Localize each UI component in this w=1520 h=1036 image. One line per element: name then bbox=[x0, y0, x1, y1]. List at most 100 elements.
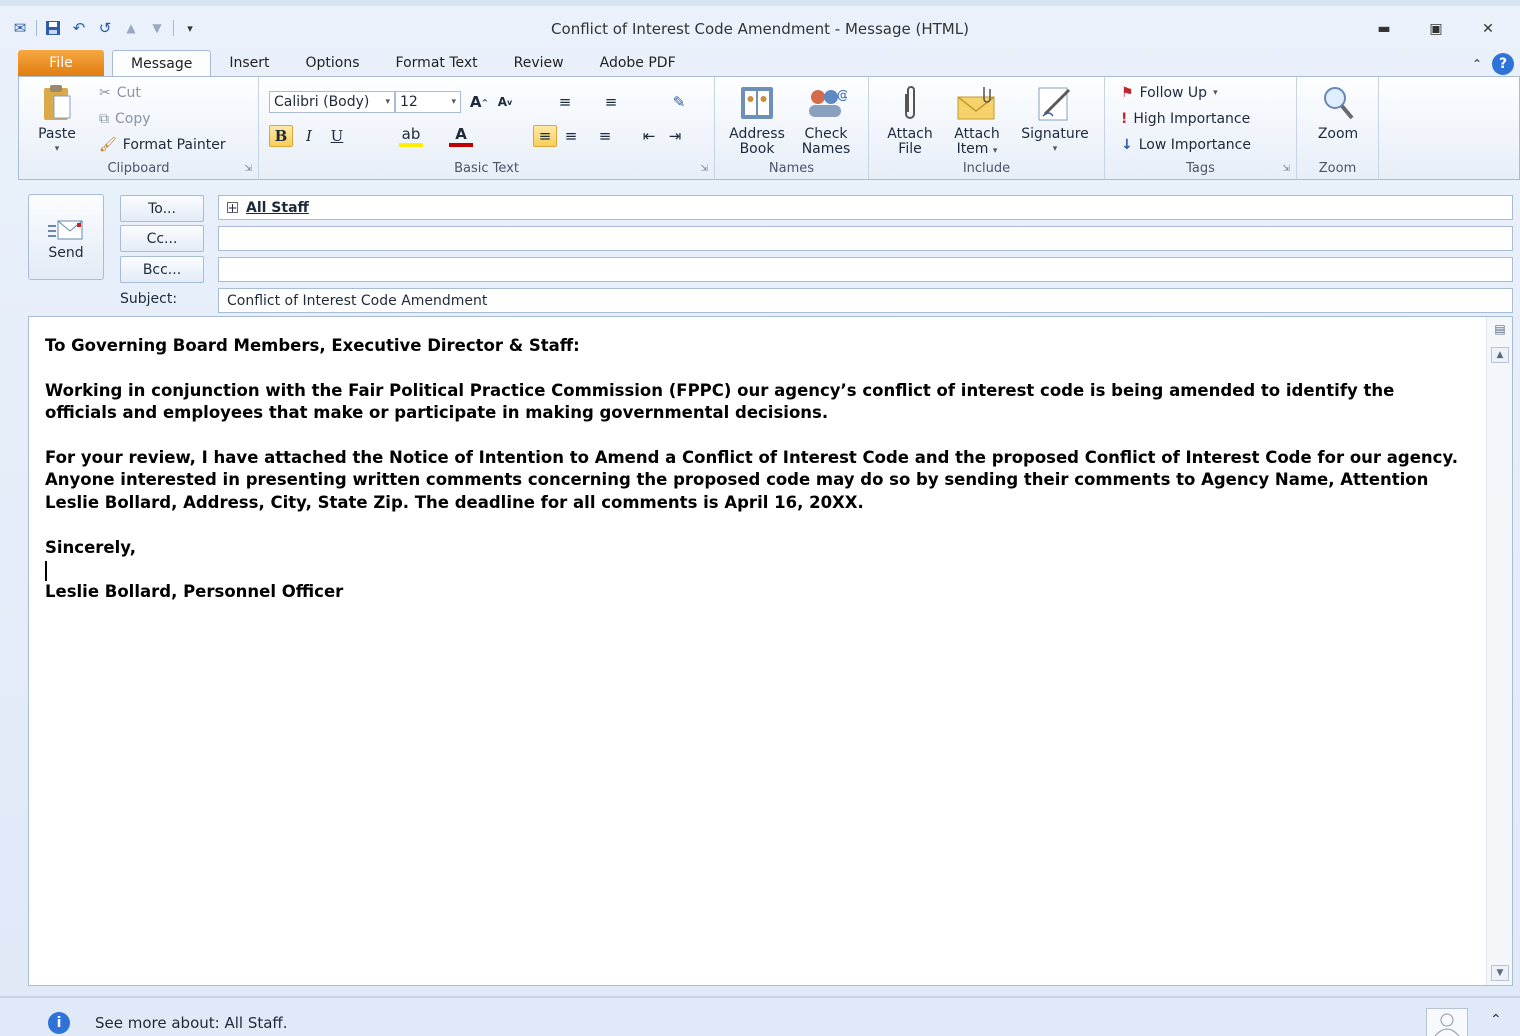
increase-indent-icon[interactable]: ⇥ bbox=[663, 125, 687, 147]
high-importance-button[interactable]: ! High Importance bbox=[1121, 111, 1250, 127]
signature-label: Signature bbox=[1021, 126, 1089, 142]
maximize-icon[interactable]: ▣ bbox=[1410, 18, 1462, 40]
bold-button[interactable]: B bbox=[269, 125, 293, 147]
paste-icon bbox=[27, 81, 87, 125]
outlook-message-window: ✉ ↶ ↺ ▲ ▼ ▾ Conflict of Interest Code Am… bbox=[0, 0, 1520, 1036]
follow-up-button[interactable]: ⚑ Follow Up ▾ bbox=[1121, 85, 1218, 101]
paste-label: Paste bbox=[38, 126, 76, 142]
align-right-button[interactable]: ≡ bbox=[593, 125, 617, 147]
tab-message[interactable]: Message bbox=[112, 50, 212, 76]
cc-field[interactable] bbox=[218, 226, 1513, 251]
cut-button[interactable]: ✂ Cut bbox=[99, 85, 141, 101]
body-paragraph-2: For your review, I have attached the Not… bbox=[45, 448, 1458, 512]
bcc-field[interactable] bbox=[218, 257, 1513, 282]
tab-file[interactable]: File bbox=[18, 50, 104, 76]
format-painter-button[interactable]: 🖌 Format Painter bbox=[99, 137, 226, 153]
tab-adobe-pdf[interactable]: Adobe PDF bbox=[582, 50, 694, 76]
info-icon: i bbox=[48, 1012, 70, 1034]
scroll-up-icon[interactable]: ▲ bbox=[1491, 347, 1509, 363]
paste-dropdown-icon[interactable]: ▾ bbox=[27, 142, 87, 157]
people-picture-icon[interactable] bbox=[1426, 1008, 1468, 1036]
message-body[interactable]: To Governing Board Members, Executive Di… bbox=[28, 316, 1513, 986]
subject-value: Conflict of Interest Code Amendment bbox=[227, 292, 488, 309]
send-label: Send bbox=[48, 245, 84, 261]
align-left-button[interactable]: ≡ bbox=[533, 125, 557, 147]
paste-button[interactable]: Paste ▾ bbox=[27, 81, 87, 157]
help-icon[interactable]: ? bbox=[1492, 53, 1514, 75]
scissors-icon: ✂ bbox=[99, 85, 111, 101]
to-button[interactable]: To... bbox=[120, 195, 204, 222]
signature-line: Leslie Bollard, Personnel Officer bbox=[45, 582, 344, 602]
basic-text-dialog-launcher-icon[interactable]: ⇲ bbox=[700, 164, 708, 174]
low-importance-button[interactable]: ↓ Low Importance bbox=[1121, 137, 1251, 153]
underline-button[interactable]: U bbox=[325, 125, 349, 147]
address-book-label-line1: Address bbox=[729, 126, 785, 142]
follow-up-label: Follow Up bbox=[1139, 85, 1208, 101]
tab-options[interactable]: Options bbox=[288, 50, 378, 76]
cut-label: Cut bbox=[116, 85, 141, 101]
address-book-label-line2: Book bbox=[739, 141, 775, 157]
minimize-ribbon-icon[interactable]: ⌃ bbox=[1472, 57, 1482, 71]
expand-group-icon[interactable]: + bbox=[227, 202, 238, 214]
include-group: Attach File Attach Item ▾ Signature ▾ In… bbox=[869, 77, 1105, 179]
zoom-group: Zoom Zoom bbox=[1297, 77, 1379, 179]
minimize-icon[interactable]: ▬ bbox=[1358, 18, 1410, 40]
tab-format-text[interactable]: Format Text bbox=[378, 50, 496, 76]
shrink-font-icon[interactable]: Av bbox=[493, 91, 517, 113]
bcc-button[interactable]: Bcc... bbox=[120, 256, 204, 283]
text-cursor bbox=[45, 560, 47, 581]
check-names-button[interactable]: @ Check Names bbox=[793, 81, 859, 157]
scroll-down-icon[interactable]: ▼ bbox=[1491, 965, 1509, 981]
to-field[interactable]: + All Staff bbox=[218, 195, 1513, 220]
tags-dialog-launcher-icon[interactable]: ⇲ bbox=[1282, 164, 1290, 174]
down-arrow-icon: ↓ bbox=[1121, 137, 1133, 153]
numbering-icon[interactable]: ≡ bbox=[599, 91, 623, 113]
basic-text-group-label: Basic Text bbox=[454, 161, 519, 176]
close-icon[interactable]: ✕ bbox=[1462, 18, 1514, 40]
zoom-button[interactable]: Zoom bbox=[1303, 81, 1373, 142]
salutation: To Governing Board Members, Executive Di… bbox=[45, 336, 580, 355]
decrease-indent-icon[interactable]: ⇤ bbox=[637, 125, 661, 147]
format-painter-label: Format Painter bbox=[122, 137, 226, 153]
copy-icon: ⧉ bbox=[99, 111, 109, 127]
ruler-toggle-icon[interactable]: ▤ bbox=[1491, 321, 1509, 337]
attach-item-button[interactable]: Attach Item ▾ bbox=[945, 81, 1009, 159]
vertical-scrollbar[interactable]: ▤ ▲ ▼ bbox=[1486, 317, 1512, 985]
message-header: Send To... + All Staff Cc... Bcc... Subj… bbox=[18, 182, 1520, 316]
high-importance-label: High Importance bbox=[1133, 111, 1251, 127]
copy-button[interactable]: ⧉ Copy bbox=[99, 111, 151, 127]
address-book-button[interactable]: Address Book bbox=[721, 81, 793, 157]
exclamation-icon: ! bbox=[1121, 111, 1128, 127]
chevron-down-icon: ▾ bbox=[451, 97, 456, 107]
clear-formatting-icon[interactable]: ✎ bbox=[667, 91, 691, 113]
italic-button[interactable]: I bbox=[297, 125, 321, 147]
clipboard-dialog-launcher-icon[interactable]: ⇲ bbox=[244, 164, 252, 174]
subject-field[interactable]: Conflict of Interest Code Amendment bbox=[218, 288, 1513, 313]
expand-people-pane-icon[interactable]: ⌃ bbox=[1490, 1012, 1502, 1028]
tab-review[interactable]: Review bbox=[496, 50, 582, 76]
attach-item-label-line2: Item ▾ bbox=[945, 142, 1009, 159]
align-center-button[interactable]: ≡ bbox=[559, 125, 583, 147]
attach-file-button[interactable]: Attach File bbox=[879, 81, 941, 157]
highlight-color-icon[interactable]: ab bbox=[399, 125, 423, 147]
chevron-down-icon: ▾ bbox=[1213, 88, 1218, 98]
grow-font-icon[interactable]: A ^ bbox=[467, 91, 491, 113]
ribbon-right-controls: ⌃ ? bbox=[1472, 53, 1514, 75]
cc-button[interactable]: Cc... bbox=[120, 225, 204, 252]
message-body-text[interactable]: To Governing Board Members, Executive Di… bbox=[45, 335, 1465, 604]
font-size-combo[interactable]: 12 ▾ bbox=[395, 91, 461, 113]
chevron-down-icon: ▾ bbox=[992, 146, 998, 156]
title-bar: ✉ ↶ ↺ ▲ ▼ ▾ Conflict of Interest Code Am… bbox=[0, 12, 1520, 46]
tab-insert[interactable]: Insert bbox=[211, 50, 287, 76]
signature-button[interactable]: Signature ▾ bbox=[1013, 81, 1097, 157]
signature-pen-icon bbox=[1013, 81, 1097, 125]
font-name-combo[interactable]: Calibri (Body) ▾ bbox=[269, 91, 395, 113]
font-size-value: 12 bbox=[400, 94, 418, 110]
text-cursor-line bbox=[45, 559, 1465, 581]
envelope-attach-icon bbox=[945, 81, 1009, 125]
recipient-all-staff[interactable]: All Staff bbox=[246, 200, 309, 216]
send-button[interactable]: Send bbox=[28, 194, 104, 280]
bullets-icon[interactable]: ≡ bbox=[553, 91, 577, 113]
people-pane-status[interactable]: See more about: All Staff. bbox=[95, 1014, 288, 1032]
font-color-icon[interactable]: A bbox=[449, 125, 473, 147]
